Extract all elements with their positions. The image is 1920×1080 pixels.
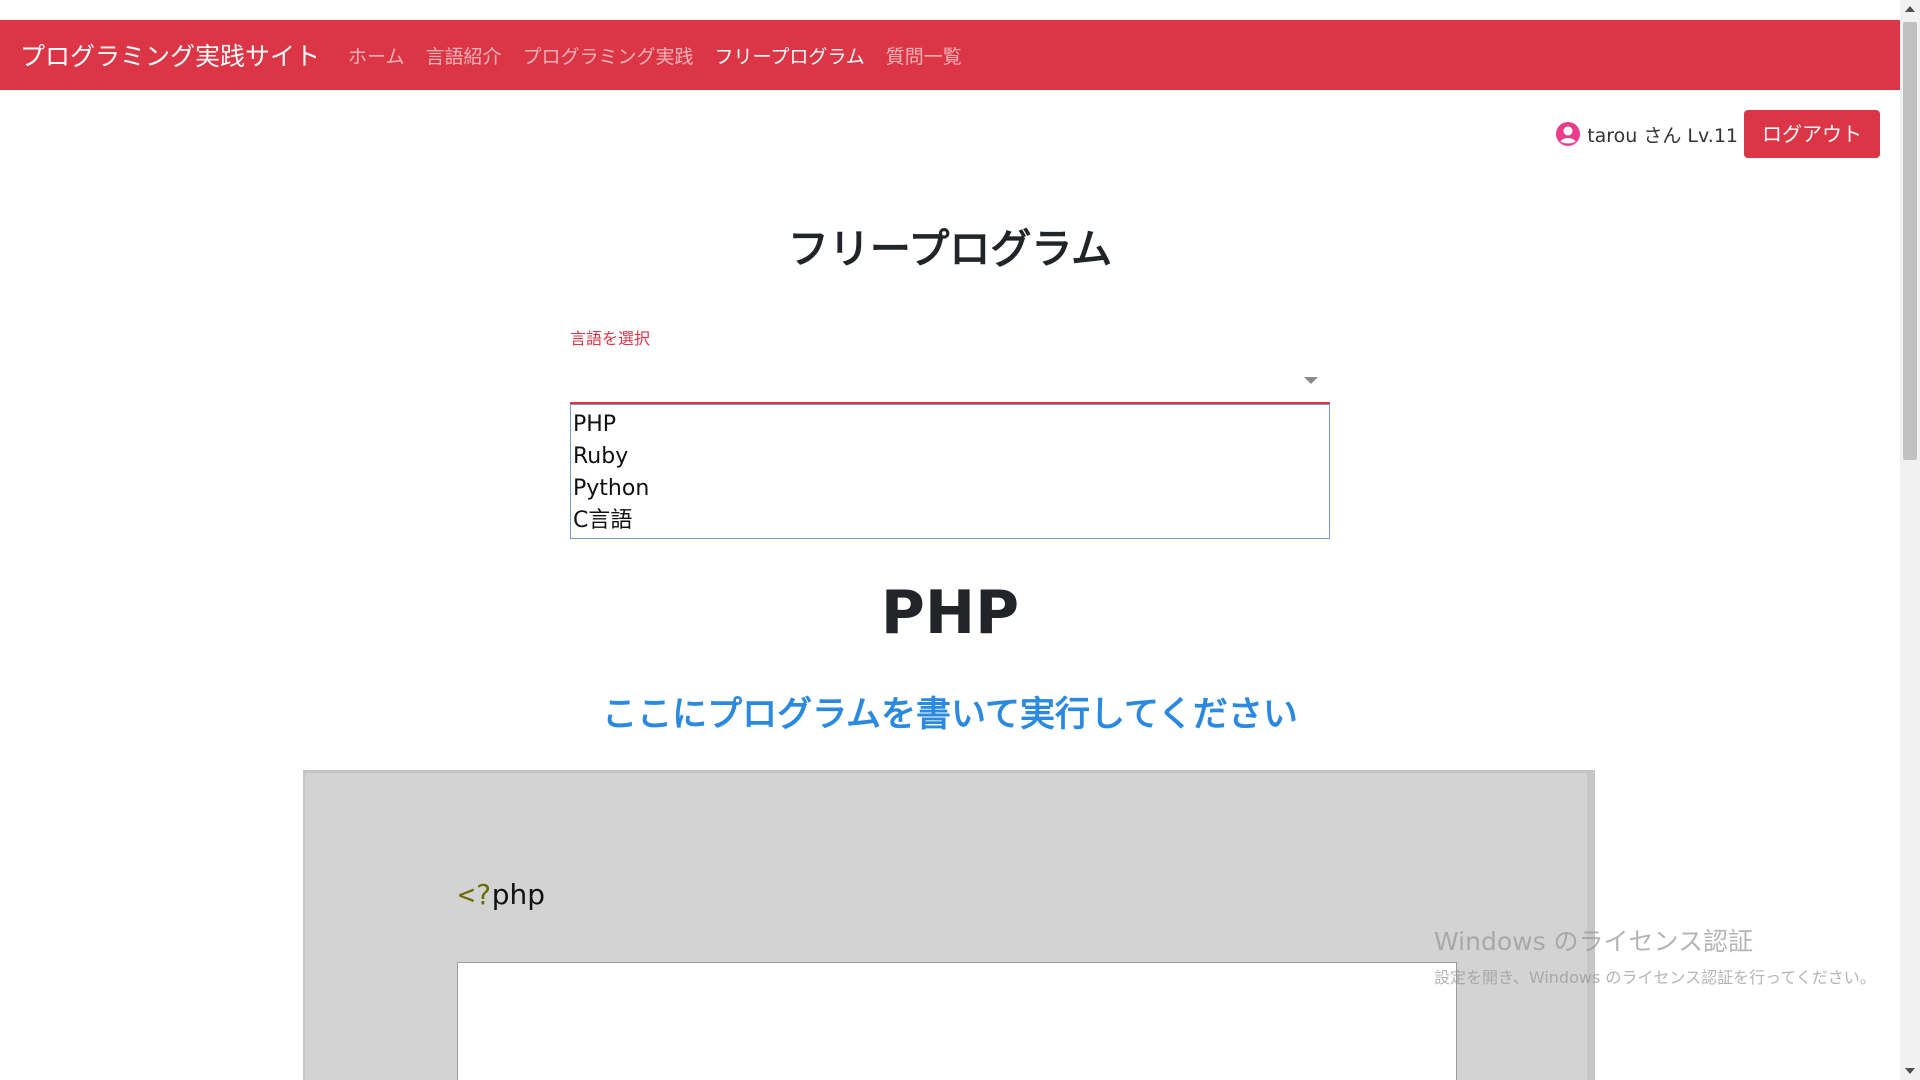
language-select-label: 言語を選択 <box>570 329 651 348</box>
brand-link[interactable]: プログラミング実践サイト <box>20 37 320 73</box>
windows-activation-watermark: Windows のライセンス認証 設定を開き、Windows のライセンス認証を… <box>1434 922 1876 988</box>
nav-link-questions[interactable]: 質問一覧 <box>886 42 962 69</box>
nav-link-home[interactable]: ホーム <box>348 42 404 69</box>
navbar: プログラミング実践サイト ホーム 言語紹介 プログラミング実践 フリープログラム… <box>0 20 1900 90</box>
nav-link-free-program[interactable]: フリープログラム <box>714 42 864 69</box>
watermark-subtitle: 設定を開き、Windows のライセンス認証を行ってください。 <box>1434 968 1876 987</box>
scrollbar-thumb[interactable] <box>1903 22 1917 460</box>
php-open-word: php <box>491 878 546 911</box>
language-select[interactable] <box>570 357 1330 404</box>
language-select-group: 言語を選択 PHP Ruby Python C言語 <box>570 325 1330 539</box>
language-options-list: PHP Ruby Python C言語 <box>570 404 1330 539</box>
scroll-up-icon[interactable] <box>1905 6 1915 12</box>
scroll-down-icon[interactable] <box>1905 1068 1915 1074</box>
user-name-level: tarou さん Lv.11 <box>1587 124 1738 147</box>
page-scrollbar[interactable] <box>1900 0 1920 1080</box>
logout-button[interactable]: ログアウト <box>1744 110 1880 158</box>
language-option-c[interactable]: C言語 <box>571 505 1329 537</box>
caret-down-icon <box>1304 377 1318 384</box>
code-panel: <?php <box>303 770 1595 1080</box>
page: プログラミング実践サイト ホーム 言語紹介 プログラミング実践 フリープログラム… <box>0 0 1920 1080</box>
user-bar: tarou さん Lv.11 ログアウト <box>1555 110 1880 158</box>
language-heading: PHP <box>880 578 1020 648</box>
instruction-text: ここにプログラムを書いて実行してください <box>602 695 1298 735</box>
php-open-tag: <?php <box>458 878 545 911</box>
language-option-ruby[interactable]: Ruby <box>571 441 1329 473</box>
language-option-python[interactable]: Python <box>571 473 1329 505</box>
nav-link-practice[interactable]: プログラミング実践 <box>522 42 693 69</box>
php-open-bracket: <? <box>458 878 492 911</box>
nav-link-languages[interactable]: 言語紹介 <box>425 42 501 69</box>
code-editor[interactable] <box>457 962 1457 1080</box>
language-option-php[interactable]: PHP <box>571 409 1329 441</box>
user-circle-icon <box>1556 122 1581 146</box>
page-title: フリープログラム <box>787 225 1113 273</box>
watermark-title: Windows のライセンス認証 <box>1434 927 1754 956</box>
